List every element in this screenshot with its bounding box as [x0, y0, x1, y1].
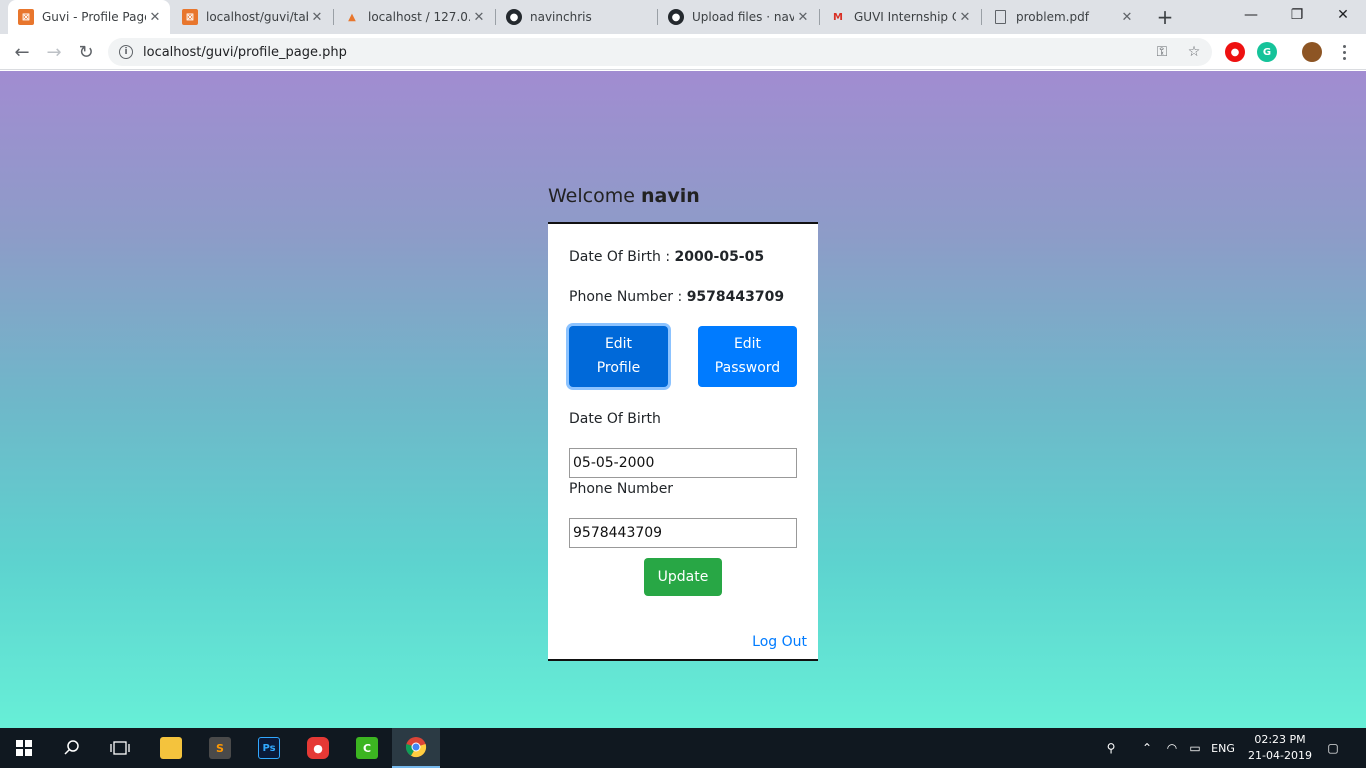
star-icon[interactable]: ☆ [1182, 38, 1206, 66]
close-icon[interactable]: ✕ [146, 10, 164, 25]
close-icon[interactable]: ✕ [470, 10, 488, 25]
tab-title: Upload files · navin [692, 10, 794, 24]
file-explorer-icon[interactable] [147, 728, 195, 768]
wifi-icon[interactable]: ◠ [1160, 728, 1184, 768]
close-icon[interactable]: ✕ [956, 10, 974, 25]
close-icon[interactable]: ✕ [308, 10, 326, 25]
battery-icon[interactable]: ▭ [1184, 728, 1206, 768]
system-clock[interactable]: 02:23 PM 21-04-2019 [1240, 732, 1320, 764]
tab-title: localhost/guvi/tab [206, 10, 308, 24]
language-indicator[interactable]: ENG [1208, 728, 1238, 768]
form-phone-label: Phone Number [569, 481, 674, 497]
restore-icon[interactable]: ❐ [1274, 0, 1320, 30]
reload-icon[interactable]: ↻ [72, 38, 100, 66]
minimize-icon[interactable]: — [1228, 0, 1274, 30]
search-icon[interactable] [48, 728, 96, 768]
recorder-app-icon[interactable]: ● [294, 728, 342, 768]
github-icon: ● [668, 9, 684, 25]
url-text: localhost/guvi/profile_page.php [143, 44, 347, 60]
document-icon [992, 9, 1008, 25]
gmail-icon: M [833, 11, 843, 23]
phone-label: Phone Number : [569, 289, 683, 305]
edit-password-label-2: Password [714, 360, 781, 376]
grammarly-extension-icon[interactable]: G [1257, 42, 1277, 62]
dob-input-value: 05-05-2000 [573, 455, 655, 471]
edit-profile-label-2: Profile [596, 360, 641, 376]
info-icon[interactable]: i [119, 45, 133, 59]
camtasia-icon[interactable]: C [343, 728, 391, 768]
dob-value: 2000-05-05 [674, 249, 765, 265]
welcome-heading: Welcome navin [548, 185, 700, 207]
edit-password-button[interactable]: Edit Password [698, 326, 797, 387]
dob-display: Date Of Birth : 2000-05-05 [569, 249, 764, 265]
tab-phpmyadmin[interactable]: ▲ localhost / 127.0.0 ✕ [334, 0, 494, 34]
page-viewport: Welcome navin Date Of Birth : 2000-05-05… [0, 71, 1366, 728]
notifications-icon[interactable]: ▢ [1320, 728, 1346, 768]
dob-input[interactable]: 05-05-2000 [569, 448, 797, 478]
tab-strip: ⊠ Guvi - Profile Page ✕ ⊠ localhost/guvi… [0, 0, 1366, 34]
task-view-icon[interactable] [96, 728, 144, 768]
clock-date: 21-04-2019 [1248, 749, 1312, 762]
username: navin [640, 185, 700, 207]
photoshop-icon[interactable]: Ps [245, 728, 293, 768]
tab-localhost-guvi[interactable]: ⊠ localhost/guvi/tab ✕ [172, 0, 332, 34]
edit-password-label-1: Edit [733, 336, 762, 352]
show-hidden-icons-icon[interactable]: ⌃ [1136, 728, 1158, 768]
profile-card: Date Of Birth : 2000-05-05 Phone Number … [548, 222, 818, 661]
windows-start-icon[interactable] [0, 728, 48, 768]
xampp-icon: ⊠ [18, 9, 34, 25]
welcome-prefix: Welcome [548, 185, 635, 207]
windows-taskbar: S Ps ● C ⚲ ⌃ ◠ ▭ ENG 02:23 PM 21-04-2019… [0, 728, 1366, 768]
tab-github-upload[interactable]: ● Upload files · navin ✕ [658, 0, 818, 34]
xampp-icon: ⊠ [182, 9, 198, 25]
address-bar[interactable]: i localhost/guvi/profile_page.php ⚿ ☆ [108, 38, 1212, 66]
tab-title: GUVI Internship Cl [854, 10, 956, 24]
phone-display: Phone Number : 9578443709 [569, 289, 784, 305]
form-dob-label: Date Of Birth [569, 411, 661, 427]
chrome-icon[interactable] [392, 728, 440, 768]
back-arrow-icon[interactable]: ← [8, 38, 36, 66]
tab-title: localhost / 127.0.0 [368, 10, 470, 24]
tab-title: navinchris [530, 10, 592, 24]
update-button[interactable]: Update [644, 558, 722, 596]
tab-problem-pdf[interactable]: problem.pdf ✕ [982, 0, 1142, 34]
close-icon[interactable]: ✕ [1118, 10, 1136, 25]
adblock-extension-icon[interactable]: ● [1225, 42, 1245, 62]
phone-input-value: 9578443709 [573, 525, 663, 541]
browser-toolbar: ← → ↻ i localhost/guvi/profile_page.php … [0, 34, 1366, 70]
close-icon[interactable]: ✕ [794, 10, 812, 25]
tab-profile-page[interactable]: ⊠ Guvi - Profile Page ✕ [8, 0, 170, 34]
tab-github-profile[interactable]: ● navinchris ✕ [496, 0, 656, 34]
people-icon[interactable]: ⚲ [1098, 728, 1124, 768]
github-icon: ● [506, 9, 522, 25]
more-menu-icon[interactable] [1336, 40, 1352, 64]
new-tab-icon[interactable]: + [1152, 0, 1178, 34]
tab-title: problem.pdf [1016, 10, 1089, 24]
close-window-icon[interactable]: ✕ [1320, 0, 1366, 30]
dob-label: Date Of Birth : [569, 249, 671, 265]
clock-time: 02:23 PM [1254, 733, 1306, 746]
sublime-text-icon[interactable]: S [196, 728, 244, 768]
logout-link[interactable]: Log Out [752, 634, 807, 650]
profile-avatar-icon[interactable] [1302, 42, 1322, 62]
phone-value: 9578443709 [686, 289, 785, 305]
edit-profile-label-1: Edit [604, 336, 633, 352]
key-icon[interactable]: ⚿ [1150, 38, 1174, 66]
tab-gmail[interactable]: M GUVI Internship Cl ✕ [820, 0, 980, 34]
edit-profile-button[interactable]: Edit Profile [569, 326, 668, 387]
phpmyadmin-icon: ▲ [348, 11, 356, 23]
tab-title: Guvi - Profile Page [42, 10, 146, 24]
phone-input[interactable]: 9578443709 [569, 518, 797, 548]
forward-arrow-icon[interactable]: → [40, 38, 68, 66]
